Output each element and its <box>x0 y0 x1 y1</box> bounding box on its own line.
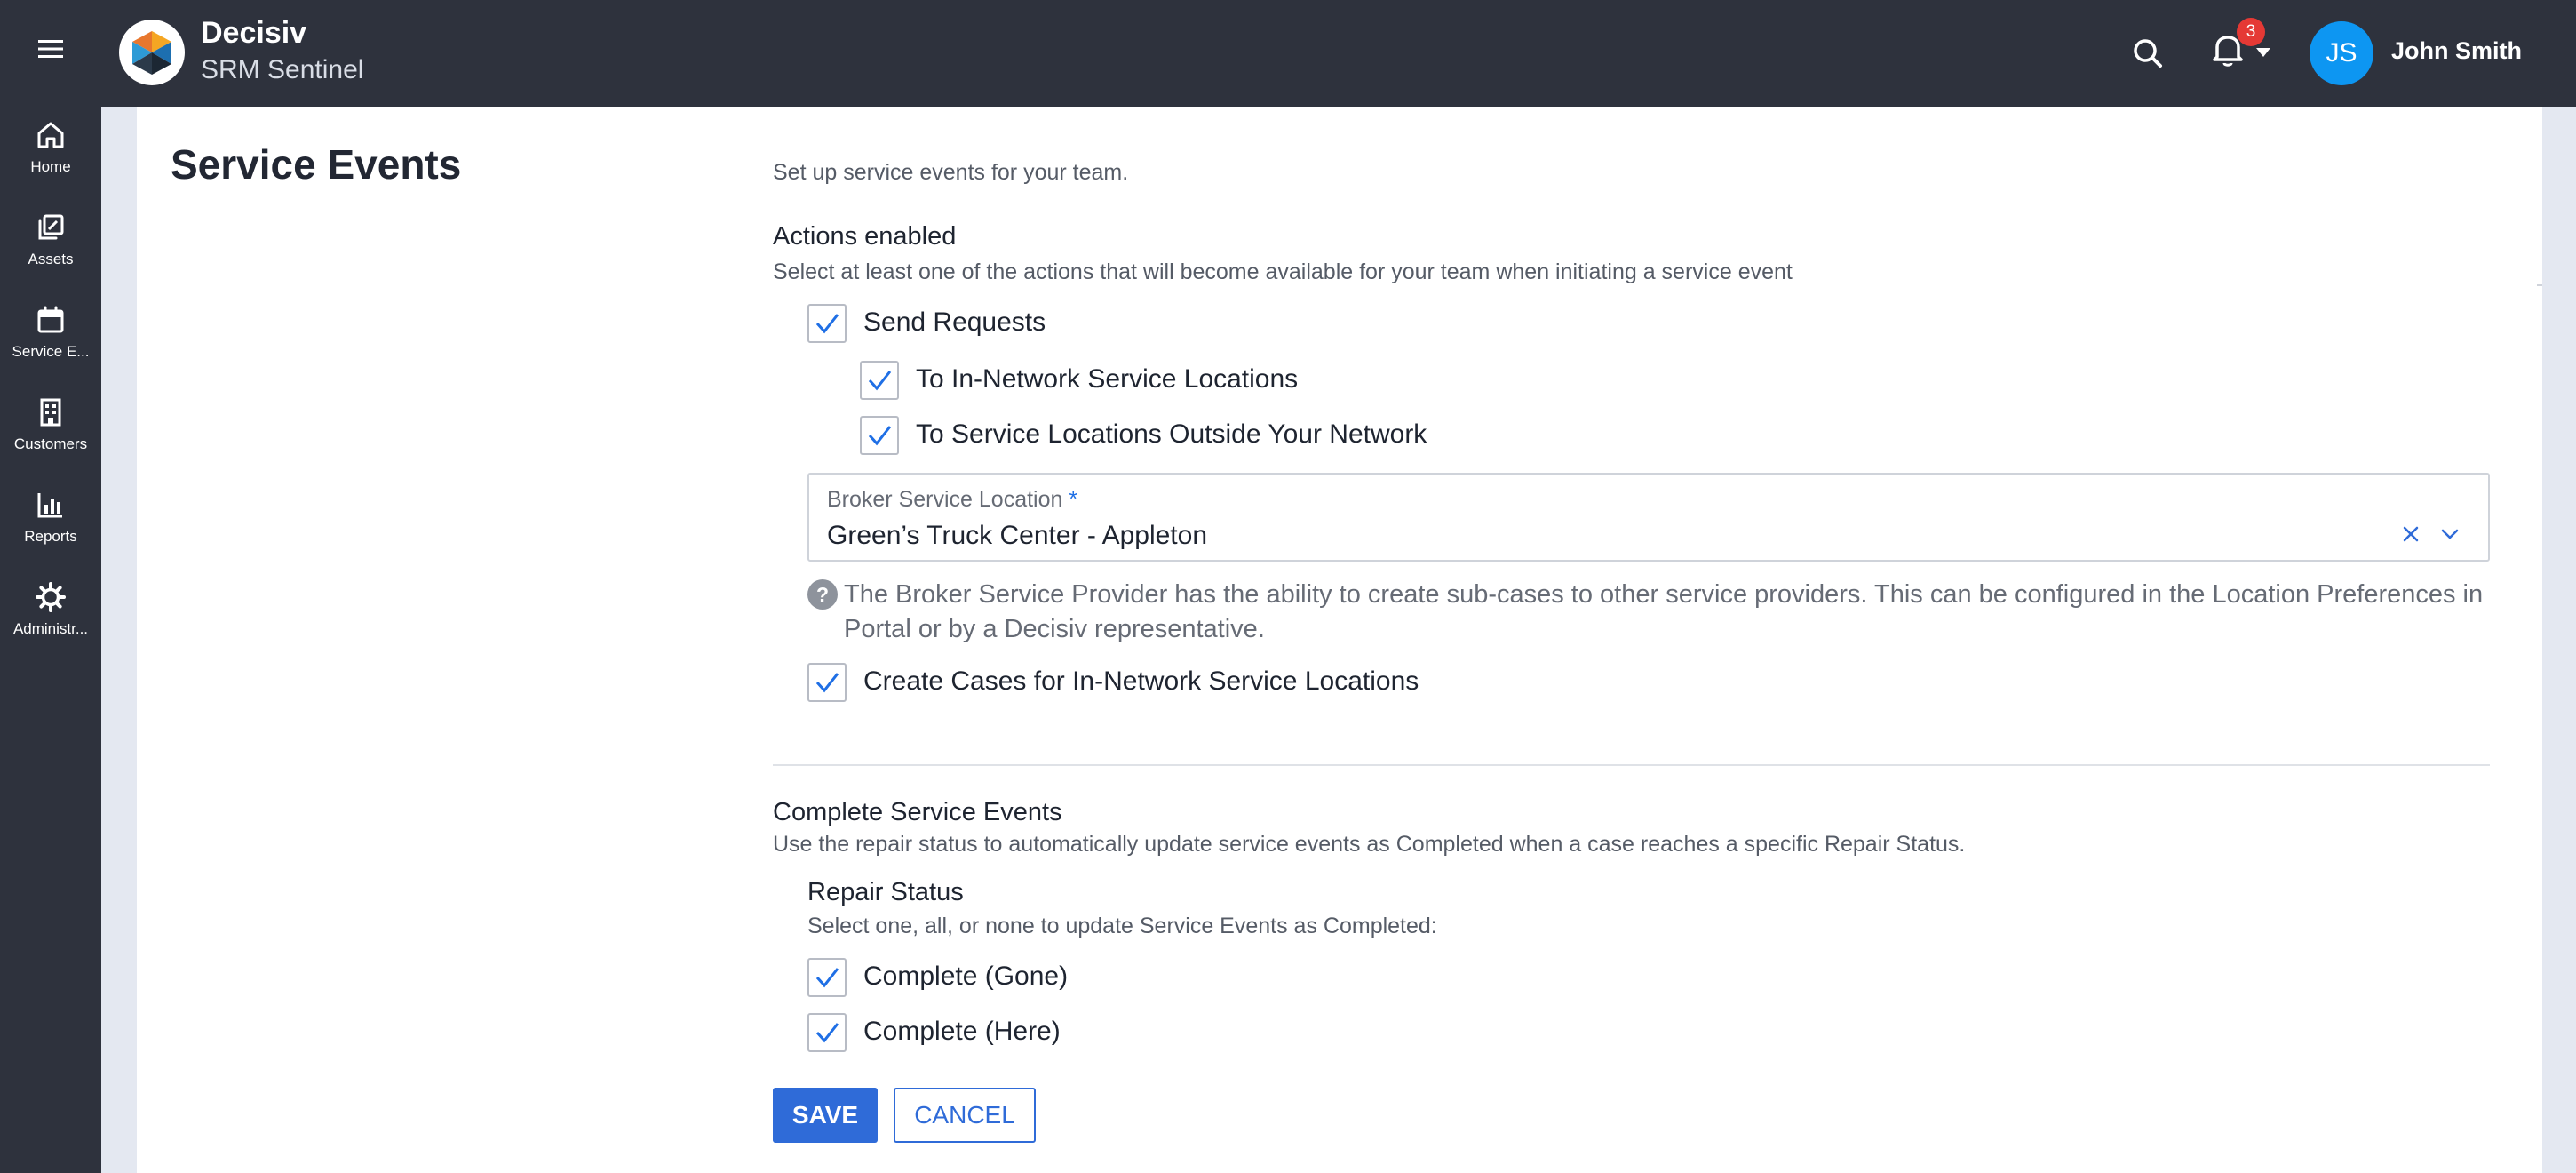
app-subtitle: SRM Sentinel <box>201 55 364 84</box>
sidebar-item-label: Customers <box>13 435 88 452</box>
avatar[interactable]: JS <box>2310 21 2373 85</box>
send-requests-label[interactable]: Send Requests <box>863 307 1046 338</box>
notifications-button[interactable]: 3 <box>2210 18 2290 75</box>
actions-description: Select at least one of the actions that … <box>773 259 1793 284</box>
sidebar-item-service-events[interactable]: Service E... <box>0 286 101 379</box>
repair-status-description: Select one, all, or none to update Servi… <box>807 914 1437 938</box>
in-network-checkbox[interactable] <box>860 361 899 400</box>
cancel-button[interactable]: CANCEL <box>894 1088 1036 1143</box>
chevron-down-icon <box>2256 48 2270 57</box>
sidebar-item-reports[interactable]: Reports <box>0 471 101 563</box>
hamburger-icon <box>38 40 63 58</box>
menu-toggle[interactable] <box>0 0 101 98</box>
sidebar-item-assets[interactable]: Assets <box>0 194 101 286</box>
scroll-indicator <box>2537 284 2542 286</box>
top-header: Decisiv SRM Sentinel 3 JS John Smith <box>101 0 2576 107</box>
sidebar-item-label: Home <box>30 158 71 175</box>
send-requests-checkbox[interactable] <box>807 304 847 343</box>
notification-badge: 3 <box>2237 18 2265 46</box>
broker-label-text: Broker Service Location <box>827 487 1063 512</box>
search-button[interactable] <box>2128 34 2167 73</box>
repair-status-title: Repair Status <box>807 878 964 906</box>
in-network-label[interactable]: To In-Network Service Locations <box>916 364 1298 395</box>
building-icon <box>40 398 61 427</box>
sidebar-item-administration[interactable]: Administr... <box>0 563 101 656</box>
help-icon: ? <box>807 579 838 610</box>
page-title: Service Events <box>171 141 462 188</box>
checkmark-icon <box>815 1023 839 1043</box>
broker-help-text: The Broker Service Provider has the abil… <box>844 580 2484 643</box>
gear-icon <box>36 582 66 612</box>
checkmark-icon <box>815 673 839 693</box>
user-name[interactable]: John Smith <box>2391 37 2522 65</box>
sidebar-item-label: Assets <box>28 251 74 267</box>
actions-title: Actions enabled <box>773 222 957 251</box>
checkmark-icon <box>815 968 839 988</box>
assets-icon <box>38 214 64 240</box>
broker-field-label: Broker Service Location * <box>827 487 1077 513</box>
required-indicator: * <box>1069 487 1078 512</box>
search-icon <box>2134 39 2162 68</box>
sidebar-item-label: Administr... <box>12 620 89 637</box>
sidebar-item-home[interactable]: Home <box>0 101 101 194</box>
complete-gone-label[interactable]: Complete (Gone) <box>863 962 1068 992</box>
main-content: Service Events Set up service events for… <box>137 107 2542 1173</box>
complete-here-label[interactable]: Complete (Here) <box>863 1017 1061 1047</box>
complete-description: Use the repair status to automatically u… <box>773 832 1966 857</box>
logo-icon <box>132 31 171 75</box>
app-logo[interactable] <box>119 20 185 85</box>
create-cases-checkbox[interactable] <box>807 663 847 702</box>
complete-here-checkbox[interactable] <box>807 1013 847 1052</box>
broker-service-location-select[interactable]: Broker Service Location * Green’s Truck … <box>807 473 2490 562</box>
checkmark-icon <box>868 426 892 446</box>
checkmark-icon <box>868 371 892 391</box>
page-intro: Set up service events for your team. <box>773 160 1129 185</box>
checkmark-icon <box>815 314 839 334</box>
chevron-down-icon[interactable] <box>2437 521 2463 547</box>
create-cases-label[interactable]: Create Cases for In-Network Service Loca… <box>863 666 1419 697</box>
calendar-icon <box>37 306 64 333</box>
sidebar-item-customers[interactable]: Customers <box>0 379 101 471</box>
broker-selected-value[interactable]: Green’s Truck Center - Appleton <box>827 521 1207 551</box>
section-divider <box>773 764 2490 766</box>
clear-icon[interactable] <box>2397 521 2424 547</box>
outside-network-checkbox[interactable] <box>860 416 899 455</box>
home-icon <box>37 122 64 148</box>
outside-network-label[interactable]: To Service Locations Outside Your Networ… <box>916 419 1427 450</box>
app-title: Decisiv <box>201 16 307 50</box>
save-button[interactable]: SAVE <box>773 1088 878 1143</box>
bar-chart-icon <box>37 493 62 518</box>
sidebar: Home Assets Service E... Customers Repor… <box>0 0 101 1173</box>
complete-gone-checkbox[interactable] <box>807 958 847 997</box>
complete-title: Complete Service Events <box>773 798 1062 826</box>
sidebar-item-label: Reports <box>24 528 77 545</box>
sidebar-item-label: Service E... <box>12 343 90 360</box>
